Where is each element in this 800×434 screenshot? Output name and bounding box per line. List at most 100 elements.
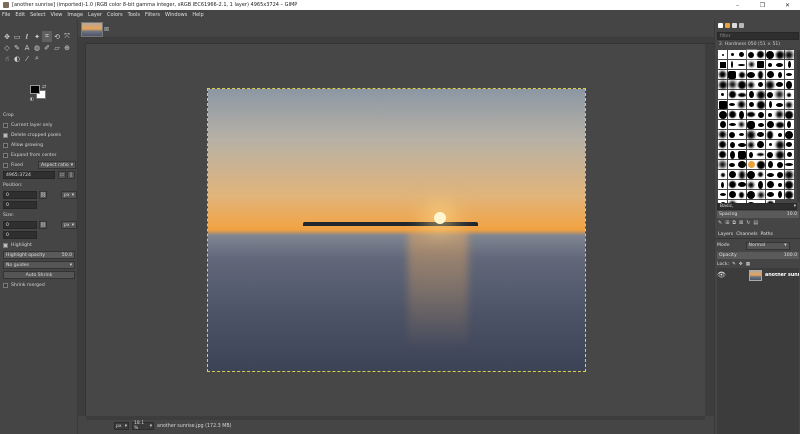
- brush-swatch[interactable]: [775, 80, 784, 89]
- brush-swatch[interactable]: [765, 180, 775, 189]
- brush-swatch[interactable]: [737, 50, 746, 59]
- brush-swatch[interactable]: [784, 70, 794, 79]
- brush-swatch[interactable]: [765, 60, 775, 69]
- guides-dropdown[interactable]: No guides ▾: [3, 261, 75, 269]
- image-tab-thumbnail[interactable]: [81, 22, 103, 37]
- brush-swatch[interactable]: [746, 60, 756, 69]
- brush-swatch[interactable]: [727, 90, 737, 99]
- position-y-input[interactable]: 0: [3, 201, 37, 209]
- brush-swatch[interactable]: [718, 70, 727, 79]
- brush-swatch[interactable]: [784, 110, 794, 119]
- canvas-area[interactable]: [86, 44, 705, 416]
- lock-pixels-icon[interactable]: ✎: [732, 262, 736, 267]
- dodge-tool-icon[interactable]: ◐: [12, 53, 22, 64]
- brush-swatch[interactable]: [784, 100, 794, 109]
- menu-windows[interactable]: Windows: [165, 12, 187, 18]
- ratio-input[interactable]: 4965:3724: [3, 171, 55, 179]
- fixed-checkbox[interactable]: [3, 162, 8, 168]
- brush-swatch[interactable]: [737, 100, 746, 109]
- brush-swatch[interactable]: [718, 140, 727, 149]
- brush-swatch[interactable]: [737, 90, 746, 99]
- color-picker-tool-icon[interactable]: ⁄: [22, 53, 32, 64]
- brush-swatch[interactable]: [784, 180, 794, 189]
- brush-swatch[interactable]: [775, 150, 784, 159]
- brush-swatch[interactable]: [756, 60, 765, 69]
- sunrise-photo[interactable]: [207, 88, 586, 372]
- brush-swatch[interactable]: [756, 190, 765, 199]
- brush-swatch[interactable]: [737, 150, 746, 159]
- brush-swatch[interactable]: [756, 110, 765, 119]
- brush-swatch[interactable]: [756, 160, 765, 169]
- size-w-input[interactable]: 0: [3, 221, 37, 229]
- brush-swatch[interactable]: [727, 170, 737, 179]
- brush-swatch[interactable]: [784, 170, 794, 179]
- brush-swatch[interactable]: [737, 60, 746, 69]
- brush-swatch[interactable]: [746, 100, 756, 109]
- brush-swatch[interactable]: [765, 90, 775, 99]
- brush-swatch[interactable]: [737, 70, 746, 79]
- brush-swatch[interactable]: [727, 120, 737, 129]
- brush-swatch[interactable]: [727, 140, 737, 149]
- portrait-icon[interactable]: ▯: [67, 171, 75, 179]
- brush-swatch[interactable]: [718, 170, 727, 179]
- eraser-tool-icon[interactable]: ▱: [52, 42, 62, 53]
- current-layer-only-option[interactable]: Current layer only: [0, 120, 78, 130]
- brush-grid[interactable]: [718, 49, 798, 209]
- new-brush-icon[interactable]: ⊞: [725, 220, 729, 226]
- brush-swatch[interactable]: [756, 130, 765, 139]
- menu-edit[interactable]: Edit: [15, 12, 25, 18]
- checkbox[interactable]: [3, 152, 8, 158]
- refresh-brushes-icon[interactable]: ↻: [746, 220, 750, 226]
- default-colors-icon[interactable]: ◧: [30, 96, 34, 101]
- brush-swatch[interactable]: [775, 90, 784, 99]
- brush-swatch[interactable]: [784, 140, 794, 149]
- menu-image[interactable]: Image: [67, 12, 83, 18]
- brush-swatch[interactable]: [718, 120, 727, 129]
- brush-filter-input[interactable]: filter: [717, 32, 799, 40]
- layer-row[interactable]: 👁 another sunrise: [717, 268, 799, 282]
- menu-colors[interactable]: Colors: [107, 12, 123, 18]
- open-brush-icon[interactable]: ▤: [753, 220, 758, 226]
- brush-swatch[interactable]: [784, 160, 794, 169]
- brush-swatch[interactable]: [784, 190, 794, 199]
- brush-swatch[interactable]: [775, 140, 784, 149]
- crop-tool-icon[interactable]: ⌗: [42, 31, 52, 42]
- brush-swatch[interactable]: [775, 100, 784, 109]
- brush-swatch[interactable]: [727, 130, 737, 139]
- layer-name[interactable]: another sunrise: [765, 273, 799, 278]
- brush-swatch[interactable]: [756, 50, 765, 59]
- warp-tool-icon[interactable]: ⤧: [62, 31, 72, 42]
- brush-swatch[interactable]: [756, 140, 765, 149]
- brush-swatch[interactable]: [775, 170, 784, 179]
- brush-swatch[interactable]: [746, 190, 756, 199]
- brush-swatch[interactable]: [737, 180, 746, 189]
- brush-swatch[interactable]: [718, 90, 727, 99]
- brush-swatch[interactable]: [727, 190, 737, 199]
- tab-layers[interactable]: Layers: [718, 232, 733, 237]
- brush-swatch[interactable]: [746, 140, 756, 149]
- brush-swatch[interactable]: [746, 170, 756, 179]
- smudge-tool-icon[interactable]: ☝: [2, 53, 12, 64]
- brush-swatch[interactable]: [765, 140, 775, 149]
- brush-swatch[interactable]: [727, 180, 737, 189]
- checkbox[interactable]: [3, 132, 8, 138]
- brush-swatch[interactable]: [746, 180, 756, 189]
- brush-swatch[interactable]: [756, 170, 765, 179]
- brush-swatch[interactable]: [718, 160, 727, 169]
- brush-swatch[interactable]: [727, 100, 737, 109]
- patterns-tab-icon[interactable]: [725, 23, 730, 28]
- brush-swatch[interactable]: [756, 180, 765, 189]
- brush-swatch[interactable]: [746, 150, 756, 159]
- auto-shrink-button[interactable]: Auto Shrink: [3, 271, 75, 279]
- brush-swatch[interactable]: [775, 130, 784, 139]
- brush-swatch[interactable]: [746, 80, 756, 89]
- chain-icon[interactable]: ⛓: [39, 191, 47, 199]
- spacing-slider[interactable]: Spacing 10.0: [717, 211, 799, 218]
- brush-swatch[interactable]: [737, 130, 746, 139]
- brush-swatch[interactable]: [718, 180, 727, 189]
- brush-swatch[interactable]: [718, 60, 727, 69]
- fixed-mode-dropdown[interactable]: Aspect ratio ▾: [38, 161, 76, 169]
- brush-swatch[interactable]: [727, 80, 737, 89]
- brushes-tab-icon[interactable]: [718, 23, 723, 28]
- brush-swatch[interactable]: [718, 150, 727, 159]
